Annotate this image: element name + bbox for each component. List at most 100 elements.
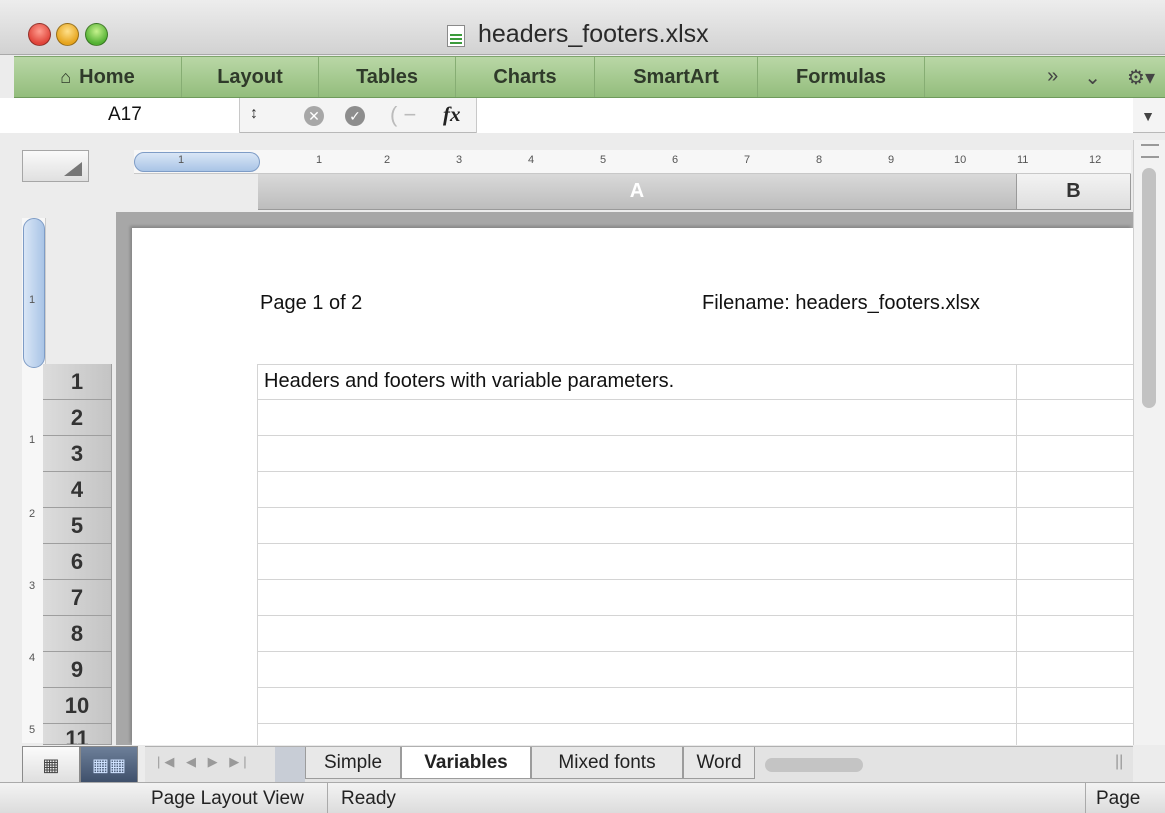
sheet-nav-arrows-icon[interactable]: |◀ ◀ ▶ ▶|	[157, 754, 251, 770]
table-row	[257, 436, 1133, 472]
normal-view-icon[interactable]: ▦	[22, 746, 80, 784]
cell-a3[interactable]	[257, 436, 1017, 472]
page-header-left[interactable]: Page 1 of 2	[260, 292, 362, 315]
ruler-tick: 4	[528, 154, 535, 166]
row-header[interactable]: 6	[43, 544, 112, 580]
ruler-tick: 2	[384, 154, 391, 166]
formula-input[interactable]	[476, 98, 1133, 133]
ruler-tick: 9	[888, 154, 895, 166]
table-row	[257, 508, 1133, 544]
zoom-window-button[interactable]	[85, 23, 108, 46]
table-row	[257, 472, 1133, 508]
ruler-margin-marker[interactable]	[134, 152, 260, 172]
ruler-tick: 10	[954, 154, 967, 166]
ruler-tick: 3	[29, 580, 36, 592]
cancel-icon[interactable]: ✕	[304, 106, 324, 126]
sheet-tab-simple[interactable]: Simple	[305, 747, 401, 779]
status-divider	[327, 783, 328, 813]
sheet-tab-variables[interactable]: Variables	[401, 747, 531, 779]
window-title: headers_footers.xlsx	[478, 20, 709, 48]
cell-a6[interactable]	[257, 544, 1017, 580]
row-header[interactable]: 5	[43, 508, 112, 544]
cell-a11[interactable]	[257, 724, 1017, 745]
status-page: Page	[1096, 788, 1141, 809]
close-window-button[interactable]	[28, 23, 51, 46]
table-row: Headers and footers with variable parame…	[257, 364, 1133, 400]
ruler-tick: 11	[1017, 154, 1029, 166]
home-icon: ⌂	[60, 66, 72, 87]
name-box-stepper-icon[interactable]: ↕	[250, 105, 258, 123]
row-header[interactable]: 10	[43, 688, 112, 724]
cell-a2[interactable]	[257, 400, 1017, 436]
split-handle-icon[interactable]	[1141, 144, 1159, 158]
ruler-tick: 3	[456, 154, 463, 166]
cell-a7[interactable]	[257, 580, 1017, 616]
formula-paren-icon: ( −	[390, 102, 417, 127]
tab-tables[interactable]: Tables	[319, 57, 456, 97]
name-box[interactable]: A17	[0, 98, 240, 133]
table-row	[257, 688, 1133, 724]
row-header[interactable]: 4	[43, 472, 112, 508]
expand-formula-icon[interactable]: ▼	[1141, 108, 1155, 124]
ribbon-tabs: ⌂ Home Layout Tables Charts SmartArt For…	[14, 56, 1165, 98]
minimize-window-button[interactable]	[56, 23, 79, 46]
cell-a8[interactable]	[257, 616, 1017, 652]
cell-a10[interactable]	[257, 688, 1017, 724]
cell-a9[interactable]	[257, 652, 1017, 688]
status-state: Ready	[341, 788, 396, 809]
status-bar-pad	[0, 782, 145, 813]
column-header-a[interactable]: A	[258, 174, 1017, 210]
ruler-tick: 1	[316, 154, 323, 166]
sheet-tab-mixed-fonts[interactable]: Mixed fonts	[531, 747, 683, 779]
select-all-button[interactable]	[22, 150, 89, 182]
ruler-tick: 2	[29, 508, 36, 520]
table-row	[257, 724, 1133, 745]
tab-layout[interactable]: Layout	[182, 57, 319, 97]
ruler-tick: 1	[178, 154, 185, 166]
tab-smartart[interactable]: SmartArt	[595, 57, 758, 97]
title-bar: headers_footers.xlsx	[0, 0, 1165, 55]
row-header[interactable]: 11	[43, 724, 112, 745]
tab-formulas[interactable]: Formulas	[758, 57, 925, 97]
row-header[interactable]: 3	[43, 436, 112, 472]
table-row	[257, 616, 1133, 652]
status-divider	[1085, 783, 1086, 813]
sheet-tab-word[interactable]: Word	[683, 747, 755, 779]
split-handle-icon[interactable]: ||	[1115, 753, 1123, 771]
column-header-b[interactable]: B	[1017, 174, 1131, 210]
tab-tables-label: Tables	[356, 65, 418, 88]
cell-a4[interactable]	[257, 472, 1017, 508]
tab-charts[interactable]: Charts	[456, 57, 595, 97]
chevron-double-right-icon[interactable]: »	[1047, 65, 1058, 90]
chevron-down-icon[interactable]: ⌄	[1084, 65, 1101, 90]
ruler-margin-marker[interactable]	[23, 218, 45, 368]
page-header-right[interactable]: Filename: headers_footers.xlsx	[702, 292, 980, 315]
cell-a1[interactable]: Headers and footers with variable parame…	[257, 364, 1017, 400]
scroll-thumb[interactable]	[1142, 168, 1156, 408]
table-row	[257, 652, 1133, 688]
vertical-scrollbar[interactable]	[1133, 140, 1165, 745]
row-header[interactable]: 7	[43, 580, 112, 616]
tab-layout-label: Layout	[217, 65, 283, 88]
insert-function-button[interactable]: fx	[443, 102, 461, 127]
status-view-label: Page Layout View	[151, 788, 304, 809]
ruler-tick: 8	[816, 154, 823, 166]
tab-charts-label: Charts	[493, 65, 557, 88]
tab-home-label: Home	[79, 65, 135, 88]
cell-a5[interactable]	[257, 508, 1017, 544]
confirm-icon[interactable]: ✓	[345, 106, 365, 126]
horizontal-ruler: 1 1 2 3 4 5 6 7 8 9 10 11 12	[134, 150, 1131, 174]
tab-smartart-label: SmartArt	[633, 65, 719, 88]
spreadsheet-file-icon	[447, 25, 465, 47]
ruler-tick: 1	[29, 294, 36, 306]
gear-icon[interactable]: ⚙▾	[1127, 65, 1155, 90]
row-header[interactable]: 9	[43, 652, 112, 688]
row-header[interactable]: 2	[43, 400, 112, 436]
ruler-tick: 12	[1089, 154, 1102, 166]
horizontal-scroll-thumb[interactable]	[765, 758, 863, 772]
formula-bar: A17 ↕ ✕ ✓ ( − fx ▼	[0, 98, 1165, 133]
row-header[interactable]: 1	[43, 364, 112, 400]
row-header[interactable]: 8	[43, 616, 112, 652]
tab-home[interactable]: ⌂ Home	[14, 57, 182, 97]
page-layout-view-icon[interactable]: ▦▦	[80, 746, 138, 784]
